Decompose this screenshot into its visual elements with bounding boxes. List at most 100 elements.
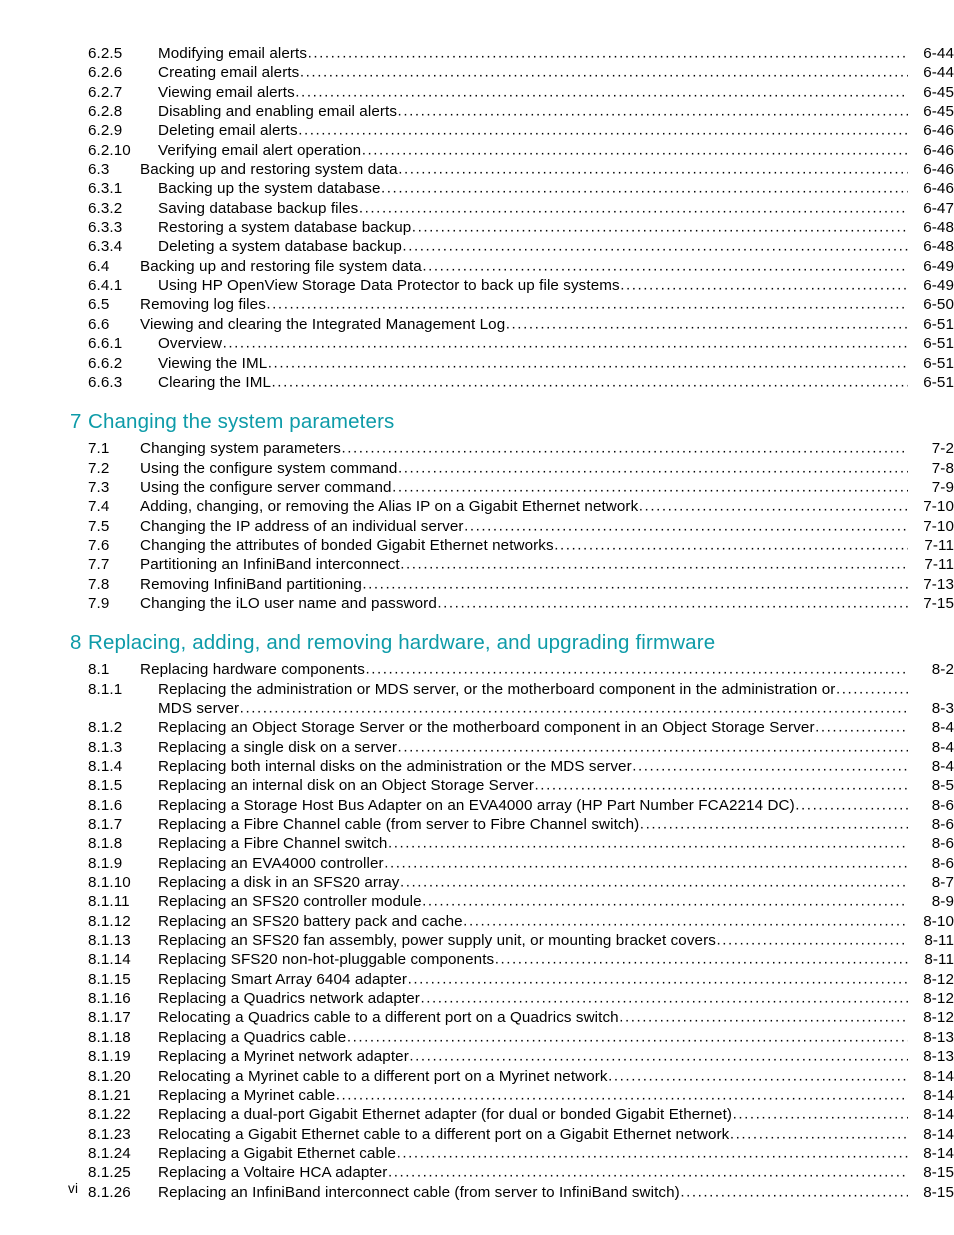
toc-entry-number: 6.2.10 [88,141,131,159]
toc-entry-title-group: Relocating a Gigabit Ethernet cable to a… [158,1125,908,1144]
toc-entry[interactable]: 8.1.5 Replacing an internal disk on an Ob… [0,776,954,795]
toc-entry-title: Modifying email alerts [158,45,308,62]
toc-entry-page-number: 6-48 [923,238,954,256]
toc-entry[interactable]: 6.6 Viewing and clearing the Integrated M… [0,315,954,334]
toc-entry[interactable]: 6.3.1 Backing up the system database.....… [0,179,954,198]
toc-entry[interactable]: 8.1.20 Relocating a Myrinet cable to a di… [0,1067,954,1086]
toc-entry-title: Replacing a Fibre Channel cable (from se… [158,816,640,834]
toc-entry-title-group: Saving database backup files............… [158,199,908,218]
toc-entry-page-number: 8-10 [923,912,954,930]
toc-entry[interactable]: 8.1.9 Replacing an EVA4000 controller....… [0,854,954,873]
toc-entry[interactable]: 6.2.7 Viewing email alerts...............… [0,83,954,102]
dot-leader: ........................................… [362,575,908,593]
dot-leader: ........................................… [398,160,908,178]
toc-chapter-heading[interactable]: 7 Changing the system parameters [0,409,954,435]
toc-entry-title: Replacing an SFS20 fan assembly, power s… [158,932,716,950]
toc-entry-title-group: Backing up and restoring file system dat… [140,257,908,276]
toc-entry-number: 6.6.2 [88,354,123,372]
toc-entry-number: 7.9 [88,594,110,612]
toc-entry[interactable]: 6.3.2 Saving database backup files.......… [0,199,954,218]
toc-entry[interactable]: 8.1.8 Replacing a Fibre Channel switch...… [0,834,954,853]
toc-entry[interactable]: 8.1.25 Replacing a Voltaire HCA adapter..… [0,1163,954,1182]
toc-entry[interactable]: 8.1.2 Replacing an Object Storage Server … [0,718,954,737]
toc-entry[interactable]: 8.1.12 Replacing an SFS20 battery pack an… [0,912,954,931]
toc-entry-number: 8.1.26 [88,1183,131,1201]
toc-entry-page-number: 6-51 [923,335,954,353]
toc-entry[interactable]: 8.1.17 Relocating a Quadrics cable to a d… [0,1008,954,1027]
toc-chapter-heading[interactable]: 8 Replacing, adding, and removing hardwar… [0,630,954,656]
toc-entry-title: Replacing an SFS20 battery pack and cach… [158,912,463,930]
toc-entry[interactable]: 6.4 Backing up and restoring file system … [0,257,954,276]
toc-entry-number: 7.2 [88,459,110,477]
toc-entry[interactable]: 7.8 Removing InfiniBand partitioning.....… [0,575,954,594]
dot-leader: ........................................… [422,257,908,275]
toc-entry-title-group: Replacing a dual-port Gigabit Ethernet a… [158,1105,908,1124]
toc-entry[interactable]: 8.1.10 Replacing a disk in an SFS20 array… [0,873,954,892]
toc-entry[interactable]: 8.1.6 Replacing a Storage Host Bus Adapte… [0,796,954,815]
toc-entry-page-number: 6-46 [923,161,954,179]
toc-entry[interactable]: 6.3.4 Deleting a system database backup..… [0,237,954,256]
toc-entry[interactable]: 7.4 Adding, changing, or removing the Ali… [0,497,954,516]
toc-entry-title: Clearing the IML [158,373,272,391]
toc-entry-number: 6.3.2 [88,199,123,217]
toc-entry-title: Replacing hardware components [140,661,365,679]
toc-entry[interactable]: 8.1.16 Replacing a Quadrics network adapt… [0,989,954,1008]
toc-entry-title-group: Creating email alerts...................… [158,63,908,82]
toc-entry[interactable]: 8.1.21 Replacing a Myrinet cable.........… [0,1086,954,1105]
toc-entry[interactable]: 8.1.11 Replacing an SFS20 controller modu… [0,892,954,911]
toc-entry-number: 8.1.3 [88,738,123,756]
toc-entry[interactable]: 6.2.8 Disabling and enabling email alerts… [0,102,954,121]
toc-entry[interactable]: 8.1.24 Replacing a Gigabit Ethernet cable… [0,1144,954,1163]
toc-entry[interactable]: 8.1.19 Replacing a Myrinet network adapte… [0,1047,954,1066]
toc-entry-page-number: 8-4 [931,758,954,775]
toc-entry-page-number: 6-45 [923,83,954,101]
toc-entry[interactable]: 8.1.15 Replacing Smart Array 6404 adapter… [0,970,954,989]
toc-entry-title-group: Changing the attributes of bonded Gigabi… [140,536,908,555]
toc-entry[interactable]: 6.2.5 Modifying email alerts.............… [0,44,954,63]
toc-entry-title-group: Clearing the IML........................… [158,373,908,392]
toc-entry[interactable]: 8.1.23 Relocating a Gigabit Ethernet cabl… [0,1125,954,1144]
toc-entry[interactable]: 6.6.1 Overview...........................… [0,334,954,353]
toc-entry[interactable]: 8.1.13 Replacing an SFS20 fan assembly, p… [0,931,954,950]
toc-entry-title-group: Using the configure server command......… [140,478,908,497]
toc-entry[interactable]: 7.5 Changing the IP address of an individ… [0,517,954,536]
chapter-spacer [0,613,954,630]
toc-entry-title-group: Partitioning an InfiniBand interconnect.… [140,555,908,574]
toc-entry[interactable]: 7.6 Changing the attributes of bonded Gig… [0,536,954,555]
toc-entry[interactable]: 7.3 Using the configure server command...… [0,478,954,497]
toc-entry[interactable]: 6.4.1 Using HP OpenView Storage Data Prot… [0,276,954,295]
toc-entry[interactable]: 7.1 Changing system parameters...........… [0,439,954,458]
toc-entry[interactable]: 8.1.4 Replacing both internal disks on th… [0,757,954,776]
toc-entry[interactable]: 7.9 Changing the iLO user name and passwo… [0,594,954,613]
toc-entry[interactable]: 6.3 Backing up and restoring system data.… [0,160,954,179]
toc-entry-title-group: Replacing the administration or MDS serv… [158,680,908,699]
toc-entry[interactable]: 8.1.18 Replacing a Quadrics cable........… [0,1028,954,1047]
toc-entry-page-number: 7-8 [931,459,954,477]
dot-leader: ........................................… [358,199,908,217]
toc-entry-page-number: 8-14 [923,1106,954,1124]
toc-entry-continuation[interactable]: 8.1.1MDS server.........................… [0,699,954,718]
toc-entry[interactable]: 6.2.10 Verifying email alert operation...… [0,141,954,160]
toc-entry[interactable]: 6.3.3 Restoring a system database backup.… [0,218,954,237]
toc-entry-title-group: Using HP OpenView Storage Data Protector… [158,276,908,295]
toc-entry[interactable]: 6.6.2 Viewing the IML....................… [0,354,954,373]
toc-entry[interactable]: 6.6.3 Clearing the IML...................… [0,373,954,392]
toc-entry[interactable]: 8.1.3 Replacing a single disk on a server… [0,738,954,757]
dot-leader: ........................................… [639,815,908,833]
dot-leader: ........................................… [494,950,908,968]
toc-entry-title: Replacing a Myrinet cable [158,1086,336,1104]
dot-leader: ........................................… [409,1047,908,1065]
toc-entry[interactable]: 8.1.26 Replacing an InfiniBand interconne… [0,1183,954,1202]
toc-entry[interactable]: 7.2 Using the configure system command...… [0,459,954,478]
toc-entry-title-group: Backing up and restoring system data....… [140,160,908,179]
toc-entry[interactable]: 8.1.7 Replacing a Fibre Channel cable (fr… [0,815,954,834]
toc-entry-page-number: 8-11 [924,932,954,950]
toc-entry[interactable]: 6.2.9 Deleting email alerts..............… [0,121,954,140]
toc-entry[interactable]: 6.2.6 Creating email alerts..............… [0,63,954,82]
toc-entry[interactable]: 8.1 Replacing hardware components........… [0,660,954,679]
toc-entry[interactable]: 8.1.22 Replacing a dual-port Gigabit Ethe… [0,1105,954,1124]
toc-entry[interactable]: 8.1.1 Replacing the administration or MDS… [0,680,954,699]
toc-entry[interactable]: 7.7 Partitioning an InfiniBand interconne… [0,555,954,574]
toc-entry[interactable]: 8.1.14 Replacing SFS20 non-hot-pluggable … [0,950,954,969]
toc-entry[interactable]: 6.5 Removing log files...................… [0,295,954,314]
